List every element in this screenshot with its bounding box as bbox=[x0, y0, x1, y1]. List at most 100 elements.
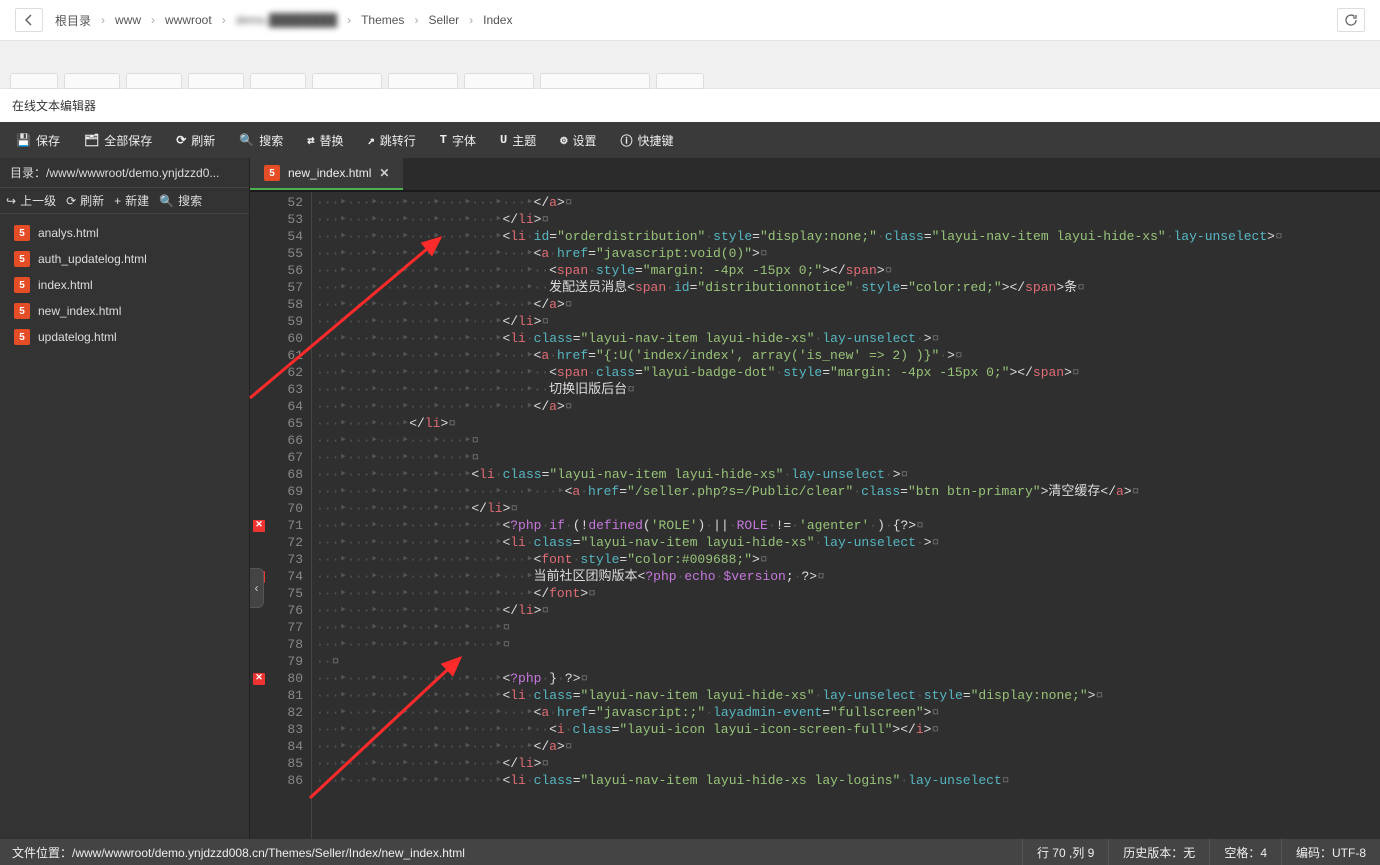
up-level-button[interactable]: ↪上一级 bbox=[6, 192, 56, 209]
code-line[interactable]: ···‣···‣···‣···‣···‣¤ bbox=[316, 449, 1380, 466]
ghost-button[interactable] bbox=[188, 73, 244, 89]
code-line[interactable]: ···‣···‣···‣···‣···‣···‣···‣</a>¤ bbox=[316, 194, 1380, 211]
ghost-button[interactable] bbox=[388, 73, 458, 89]
code-line[interactable]: ···‣···‣···‣···‣···‣···‣···‣<a·href="{:U… bbox=[316, 347, 1380, 364]
file-item[interactable]: 5index.html bbox=[0, 272, 249, 298]
chevron-right-icon: › bbox=[408, 13, 424, 27]
code-line[interactable]: ···‣···‣···‣···‣···‣···‣···‣<font·style=… bbox=[316, 551, 1380, 568]
code-line[interactable]: ···‣···‣···‣···‣···‣···‣<li·class="layui… bbox=[316, 534, 1380, 551]
breadcrumb-item[interactable]: www bbox=[111, 13, 145, 27]
file-item[interactable]: 5updatelog.html bbox=[0, 324, 249, 350]
font-button[interactable]: T字体 bbox=[428, 122, 488, 158]
settings-button[interactable]: ⚙设置 bbox=[548, 122, 608, 158]
ghost-button[interactable] bbox=[540, 73, 650, 89]
ghost-button[interactable] bbox=[656, 73, 704, 89]
code-line[interactable]: ···‣···‣···‣···‣···‣···‣···‣</font>¤ bbox=[316, 585, 1380, 602]
code-line[interactable]: ···‣···‣···‣···‣···‣···‣···‣</a>¤ bbox=[316, 296, 1380, 313]
code-line[interactable]: ···‣···‣···‣···‣···‣···‣<?php·if·(!defin… bbox=[316, 517, 1380, 534]
code-editor: 5 new_index.html ✕ ✕✕✕ 52535455565758596… bbox=[250, 158, 1380, 839]
code-line[interactable]: ···‣···‣···‣···‣···‣···‣···‣··切换旧版后台¤ bbox=[316, 381, 1380, 398]
file-item[interactable]: 5new_index.html bbox=[0, 298, 249, 324]
editor-tabs: 5 new_index.html ✕ bbox=[250, 158, 1380, 192]
shortcut-button[interactable]: ⓘ快捷键 bbox=[608, 122, 685, 158]
code-line[interactable]: ···‣···‣···‣···‣···‣···‣¤ bbox=[316, 636, 1380, 653]
search-button[interactable]: 🔍搜索 bbox=[227, 122, 295, 158]
code-line[interactable]: ···‣···‣···‣···‣···‣···‣¤ bbox=[316, 619, 1380, 636]
code-line[interactable]: ···‣···‣···‣···‣···‣···‣<?php·}·?>¤ bbox=[316, 670, 1380, 687]
code-line[interactable]: ···‣···‣···‣···‣···‣···‣</li>¤ bbox=[316, 755, 1380, 772]
code-line[interactable]: ···‣···‣···‣···‣···‣···‣···‣<a·href="jav… bbox=[316, 704, 1380, 721]
code-line[interactable]: ···‣···‣···‣···‣···‣···‣···‣··发配送员消息<spa… bbox=[316, 279, 1380, 296]
save-all-button[interactable]: 🗂全部保存 bbox=[72, 122, 164, 158]
replace-button[interactable]: ⇄替换 bbox=[295, 122, 355, 158]
breadcrumb-item[interactable]: wwwroot bbox=[161, 13, 216, 27]
code-line[interactable]: ···‣···‣···‣···‣···‣···‣</li>¤ bbox=[316, 211, 1380, 228]
code-line[interactable]: ···‣···‣···‣···‣···‣···‣···‣</a>¤ bbox=[316, 398, 1380, 415]
tab-active[interactable]: 5 new_index.html ✕ bbox=[250, 158, 403, 190]
ghost-button[interactable] bbox=[10, 73, 58, 89]
ghost-button[interactable] bbox=[464, 73, 534, 89]
refresh-button[interactable]: ⟳刷新 bbox=[164, 122, 227, 158]
breadcrumb-item[interactable]: 根目录 bbox=[51, 12, 95, 29]
editor-title: 在线文本编辑器 bbox=[0, 89, 1380, 122]
save-button[interactable]: 💾保存 bbox=[4, 122, 72, 158]
refresh-button[interactable]: ⟳刷新 bbox=[66, 192, 104, 209]
breadcrumb-item[interactable]: Index bbox=[479, 13, 516, 27]
code-line[interactable]: ···‣···‣···‣···‣···‣···‣···‣···‣<a·href=… bbox=[316, 483, 1380, 500]
code-line[interactable]: ···‣···‣···‣···‣···‣···‣···‣<a·href="jav… bbox=[316, 245, 1380, 262]
chevron-left-icon: ‹ bbox=[255, 581, 259, 595]
theme-button[interactable]: U主题 bbox=[488, 122, 548, 158]
editor-toolbar: 💾保存 🗂全部保存 ⟳刷新 🔍搜索 ⇄替换 ↗跳转行 T字体 U主题 ⚙设置 ⓘ… bbox=[0, 122, 1380, 158]
code-line[interactable]: ···‣···‣···‣···‣···‣···‣</li>¤ bbox=[316, 602, 1380, 619]
code-line[interactable]: ···‣···‣···‣···‣···‣···‣···‣··<span·clas… bbox=[316, 364, 1380, 381]
ghost-button[interactable] bbox=[312, 73, 382, 89]
code-line[interactable]: ···‣···‣···‣···‣···‣···‣</li>¤ bbox=[316, 313, 1380, 330]
code-line[interactable]: ···‣···‣···‣···‣···‣···‣···‣</a>¤ bbox=[316, 738, 1380, 755]
code-area[interactable]: ✕✕✕ 525354555657585960616263646566676869… bbox=[250, 192, 1380, 839]
file-item[interactable]: 5analys.html bbox=[0, 220, 249, 246]
ghost-button[interactable] bbox=[64, 73, 120, 89]
code-line[interactable]: ···‣···‣···‣···‣···‣···‣···‣··<span·styl… bbox=[316, 262, 1380, 279]
status-history[interactable]: 历史版本：无 bbox=[1108, 839, 1209, 865]
code-line[interactable]: ···‣···‣···‣···‣···‣···‣<li·id="orderdis… bbox=[316, 228, 1380, 245]
ghost-button[interactable] bbox=[126, 73, 182, 89]
search-button[interactable]: 🔍搜索 bbox=[159, 192, 202, 209]
code-line[interactable]: ···‣···‣···‣···‣···‣</li>¤ bbox=[316, 500, 1380, 517]
breadcrumb-item[interactable]: Themes bbox=[357, 13, 408, 27]
code-line[interactable]: ···‣···‣···‣···‣···‣<li·class="layui-nav… bbox=[316, 466, 1380, 483]
sidebar-path: 目录：/www/wwwroot/demo.ynjdzzd0... bbox=[0, 158, 249, 188]
html-icon: 5 bbox=[14, 277, 30, 293]
code-line[interactable]: ···‣···‣···‣···‣···‣···‣···‣当前社区团购版本<?ph… bbox=[316, 568, 1380, 585]
status-encoding[interactable]: 编码：UTF-8 bbox=[1281, 839, 1380, 865]
status-spaces[interactable]: 空格：4 bbox=[1209, 839, 1281, 865]
refresh-button[interactable] bbox=[1337, 8, 1365, 32]
save-all-icon: 🗂 bbox=[84, 133, 99, 148]
code-line[interactable]: ···‣···‣···‣</li>¤ bbox=[316, 415, 1380, 432]
close-icon[interactable]: ✕ bbox=[379, 166, 389, 180]
chevron-right-icon: › bbox=[216, 13, 232, 27]
new-button[interactable]: +新建 bbox=[114, 192, 149, 209]
jump-button[interactable]: ↗跳转行 bbox=[356, 122, 428, 158]
code-line[interactable]: ···‣···‣···‣···‣···‣¤ bbox=[316, 432, 1380, 449]
chevron-right-icon: › bbox=[95, 13, 111, 27]
ghost-button[interactable] bbox=[250, 73, 306, 89]
jump-icon: ↗ bbox=[368, 133, 375, 148]
code-line[interactable]: ···‣···‣···‣···‣···‣···‣<li·class="layui… bbox=[316, 772, 1380, 789]
html-icon: 5 bbox=[14, 329, 30, 345]
chevron-right-icon: › bbox=[341, 13, 357, 27]
main-area: 目录：/www/wwwroot/demo.ynjdzzd0... ↪上一级 ⟳刷… bbox=[0, 158, 1380, 839]
code-line[interactable]: ···‣···‣···‣···‣···‣···‣···‣··<i·class="… bbox=[316, 721, 1380, 738]
font-icon: T bbox=[440, 133, 447, 147]
collapse-handle[interactable]: ‹ bbox=[250, 568, 264, 608]
file-item[interactable]: 5auth_updatelog.html bbox=[0, 246, 249, 272]
code-line[interactable]: ··¤ bbox=[316, 653, 1380, 670]
code-line[interactable]: ···‣···‣···‣···‣···‣···‣<li·class="layui… bbox=[316, 330, 1380, 347]
code-lines[interactable]: ···‣···‣···‣···‣···‣···‣···‣</a>¤···‣···… bbox=[312, 192, 1380, 839]
breadcrumb-item[interactable]: Seller bbox=[424, 13, 463, 27]
back-button[interactable] bbox=[15, 8, 43, 32]
breadcrumb-item[interactable]: demo.████████ bbox=[232, 13, 341, 27]
html-icon: 5 bbox=[14, 251, 30, 267]
marker-column: ✕✕✕ bbox=[250, 192, 268, 839]
code-line[interactable]: ···‣···‣···‣···‣···‣···‣<li·class="layui… bbox=[316, 687, 1380, 704]
breadcrumb-items: 根目录›www›wwwroot›demo.████████›Themes›Sel… bbox=[51, 12, 1337, 29]
